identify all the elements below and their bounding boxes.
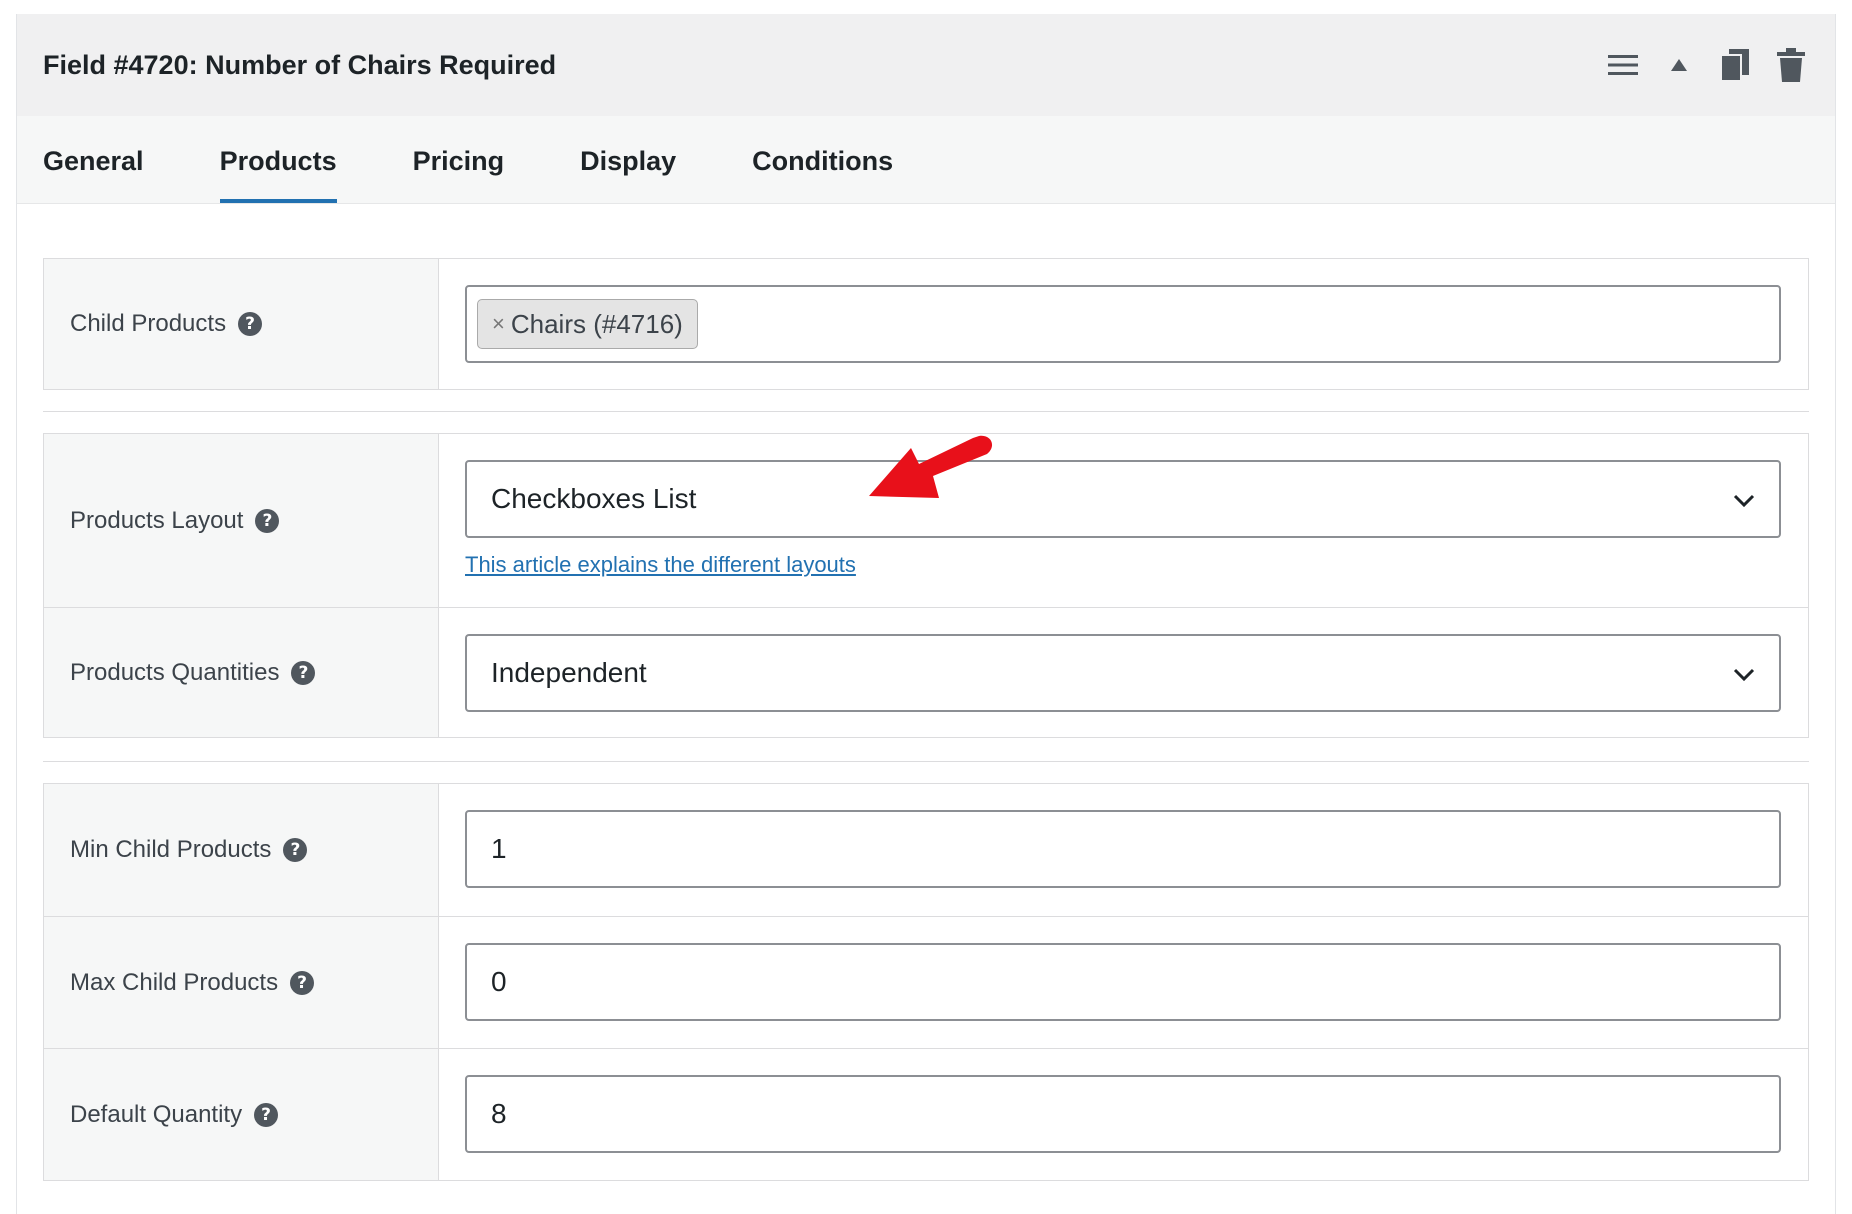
products-quantities-value: Independent xyxy=(491,657,647,688)
products-quantities-row: Products Quantities ? Independent xyxy=(44,607,1808,737)
max-child-products-label-cell: Max Child Products ? xyxy=(44,917,439,1048)
min-child-products-row: Min Child Products ? 1 xyxy=(44,784,1808,916)
products-quantities-field-cell: Independent xyxy=(439,608,1808,737)
header-actions xyxy=(1605,14,1809,116)
child-products-select[interactable]: × Chairs (#4716) xyxy=(465,285,1781,363)
menu-icon[interactable] xyxy=(1605,45,1641,85)
max-child-products-input[interactable]: 0 xyxy=(465,943,1781,1021)
min-child-products-value: 1 xyxy=(491,833,507,864)
products-quantities-label: Products Quantities xyxy=(70,658,280,686)
products-layout-label: Products Layout xyxy=(70,506,244,534)
help-icon[interactable]: ? xyxy=(290,970,315,995)
default-quantity-field-cell: 8 xyxy=(439,1049,1808,1180)
help-icon[interactable]: ? xyxy=(291,660,316,685)
products-quantities-label-cell: Products Quantities ? xyxy=(44,608,439,737)
tab-products[interactable]: Products xyxy=(219,116,337,203)
collapse-arrow-icon[interactable] xyxy=(1661,45,1697,85)
layouts-article-link[interactable]: This article explains the different layo… xyxy=(465,552,856,578)
products-layout-field-cell: Checkboxes List This article explains th… xyxy=(439,434,1808,607)
child-products-field-cell: × Chairs (#4716) xyxy=(439,259,1808,389)
section-divider xyxy=(43,411,1809,412)
selected-product-label: Chairs (#4716) xyxy=(510,308,683,339)
max-child-products-field-cell: 0 xyxy=(439,917,1808,1048)
default-quantity-value: 8 xyxy=(491,1098,507,1129)
products-layout-select[interactable]: Checkboxes List xyxy=(465,460,1781,538)
min-child-products-input[interactable]: 1 xyxy=(465,810,1781,888)
selected-product-tag: × Chairs (#4716) xyxy=(477,299,698,349)
min-child-products-label-cell: Min Child Products ? xyxy=(44,784,439,916)
child-products-row: Child Products ? × Chairs (#4716) xyxy=(44,259,1808,389)
child-products-group: Child Products ? × Chairs (#4716) xyxy=(43,258,1809,390)
annotation-arrow-icon xyxy=(869,435,993,498)
tab-conditions[interactable]: Conditions xyxy=(752,116,893,203)
help-icon[interactable]: ? xyxy=(238,312,263,336)
panel-title: Field #4720: Number of Chairs Required xyxy=(43,49,557,80)
child-products-label-cell: Child Products ? xyxy=(44,259,439,389)
max-child-products-row: Max Child Products ? 0 xyxy=(44,916,1808,1048)
default-quantity-label: Default Quantity xyxy=(70,1100,243,1128)
max-child-products-label: Max Child Products xyxy=(70,968,279,996)
help-icon[interactable]: ? xyxy=(254,1102,279,1127)
tab-display[interactable]: Display xyxy=(580,116,676,203)
products-quantities-select[interactable]: Independent xyxy=(465,634,1781,712)
tab-bar: General Products Pricing Display Conditi… xyxy=(17,116,1835,204)
chevron-down-icon xyxy=(1733,657,1755,689)
default-quantity-label-cell: Default Quantity ? xyxy=(44,1049,439,1180)
remove-tag-icon[interactable]: × xyxy=(492,311,505,337)
section-divider xyxy=(43,761,1809,762)
max-child-products-value: 0 xyxy=(491,966,507,997)
default-quantity-input[interactable]: 8 xyxy=(465,1075,1781,1153)
chevron-down-icon xyxy=(1733,483,1755,515)
products-layout-label-cell: Products Layout ? xyxy=(44,434,439,607)
min-child-products-label: Min Child Products xyxy=(70,836,272,863)
help-icon[interactable]: ? xyxy=(283,838,308,862)
field-panel: Field #4720: Number of Chairs Required G… xyxy=(16,14,1836,1214)
tab-pricing[interactable]: Pricing xyxy=(413,116,505,203)
panel-header: Field #4720: Number of Chairs Required xyxy=(17,14,1835,116)
quantity-limits-group: Min Child Products ? 1 Max Child Product… xyxy=(43,783,1809,1181)
tab-general[interactable]: General xyxy=(43,116,144,203)
products-layout-value: Checkboxes List xyxy=(491,483,697,514)
default-quantity-row: Default Quantity ? 8 xyxy=(44,1048,1808,1180)
help-icon[interactable]: ? xyxy=(255,508,280,533)
child-products-label: Child Products xyxy=(70,310,227,337)
min-child-products-field-cell: 1 xyxy=(439,784,1808,916)
trash-icon[interactable] xyxy=(1773,45,1809,85)
duplicate-icon[interactable] xyxy=(1717,45,1753,85)
